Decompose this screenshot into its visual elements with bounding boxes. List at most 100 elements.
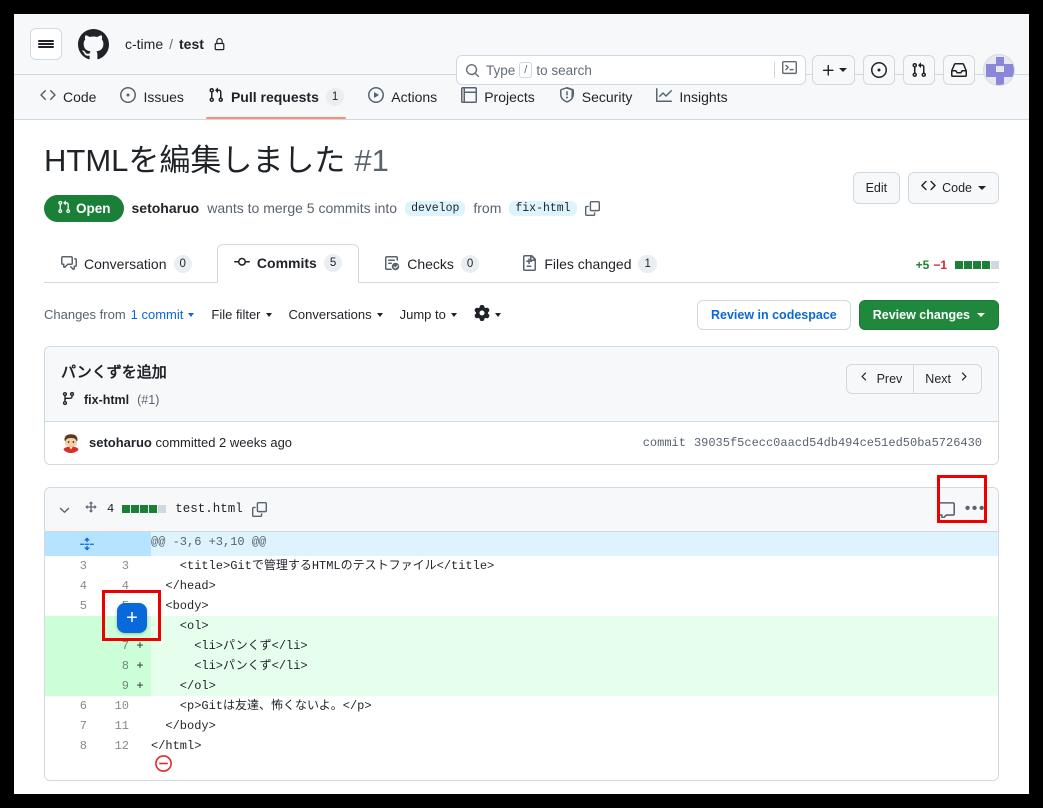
edit-button[interactable]: Edit (852, 172, 901, 204)
command-palette-icon[interactable] (782, 60, 797, 80)
conversations-dropdown[interactable]: Conversations (289, 307, 383, 322)
git-pull-request-icon (208, 87, 224, 106)
user-avatar[interactable] (983, 54, 1015, 86)
search-placeholder: Type / to search (486, 62, 774, 78)
line-code: <li>パンくず</li> (151, 635, 998, 656)
nav-label-code: Code (63, 88, 97, 105)
chevron-down-icon (839, 68, 847, 72)
search-ph-pre: Type (486, 62, 516, 78)
breadcrumb-repo[interactable]: test (179, 36, 204, 52)
pr-author[interactable]: setoharuo (132, 200, 200, 216)
line-marker (129, 715, 151, 736)
line-marker (129, 575, 151, 596)
status-badge-label: Open (76, 200, 111, 216)
sidebar-item-projects[interactable]: Projects (451, 81, 545, 119)
head-branch-chip[interactable]: fix-html (509, 200, 577, 216)
copy-path-icon[interactable] (251, 501, 267, 517)
sidebar-item-security[interactable]: Security (549, 81, 643, 119)
issues-button[interactable] (863, 55, 895, 85)
search-icon (465, 63, 480, 78)
github-logo-icon[interactable] (78, 28, 109, 60)
tab-checks[interactable]: Checks 0 (367, 245, 496, 283)
next-commit-button[interactable]: Next (914, 363, 982, 394)
jump-to-label: Jump to (399, 307, 446, 323)
diff-file-name[interactable]: test.html (175, 502, 243, 516)
copy-icon[interactable] (584, 200, 600, 216)
nav-label-pull-requests: Pull requests (230, 88, 319, 105)
pr-tabs: Conversation 0 Commits 5 Checks 0 Files … (44, 243, 999, 283)
review-in-codespace-button[interactable]: Review in codespace (696, 299, 851, 330)
comment-icon[interactable] (937, 501, 955, 518)
sidebar-item-insights[interactable]: Insights (646, 81, 737, 119)
play-icon (368, 87, 385, 106)
line-code: <p>Gitは友達、怖くないよ。</p> (151, 695, 998, 716)
commit-sha-value[interactable]: 39035f5cecc0aacd54db494ce51ed50ba5726430 (694, 436, 982, 450)
hunk-expand-cell[interactable] (45, 531, 129, 556)
line-code: </head> (151, 575, 998, 596)
tab-files-changed[interactable]: Files changed 1 (504, 245, 674, 283)
line-number-old (45, 675, 87, 696)
chevron-down-icon (265, 312, 272, 317)
commit-branch-name[interactable]: fix-html (84, 393, 129, 407)
sidebar-item-pull-requests[interactable]: Pull requests 1 (198, 81, 354, 119)
changes-from-value: 1 commit (130, 307, 184, 323)
line-number-old (45, 615, 87, 636)
hamburger-icon[interactable] (30, 28, 62, 60)
slash-key-hint: / (519, 62, 533, 78)
prev-label: Prev (876, 371, 903, 386)
jump-to-dropdown[interactable]: Jump to (400, 307, 457, 322)
line-number-old: 8 (45, 735, 87, 756)
chevron-down-icon (450, 312, 457, 317)
kebab-horizontal-icon[interactable]: ••• (965, 501, 986, 517)
tab-commits[interactable]: Commits 5 (216, 243, 360, 283)
review-changes-button[interactable]: Review changes (858, 299, 999, 330)
line-code: <title>Gitで管理するHTMLのテストファイル</title> (151, 555, 998, 576)
unfold-icon[interactable] (45, 532, 129, 556)
diff-toolbar: Changes from 1 commit File filter Conver… (44, 299, 999, 330)
sidebar-item-code[interactable]: Code (30, 81, 106, 119)
breadcrumb-owner[interactable]: c-time (125, 36, 163, 52)
file-filter-dropdown[interactable]: File filter (211, 307, 272, 322)
commit-pr-ref[interactable]: (#1) (137, 393, 159, 407)
line-number-new: 4 (87, 575, 129, 596)
sidebar-item-issues[interactable]: Issues (110, 81, 193, 119)
diff-file-actions: ••• (937, 501, 986, 518)
sidebar-item-actions[interactable]: Actions (358, 81, 447, 119)
diff-table: @@ -3,6 +3,10 @@ 3 3 <title>Gitで管理するHTML… (45, 531, 998, 780)
changes-from-dropdown[interactable]: Changes from 1 commit (44, 307, 195, 323)
chevron-down-icon (494, 312, 501, 317)
diff-table-body: @@ -3,6 +3,10 @@ 3 3 <title>Gitで管理するHTML… (45, 531, 998, 780)
add-line-comment-button[interactable]: + (117, 603, 147, 633)
diff-additions: +5 (915, 257, 930, 272)
comment-discussion-icon (61, 255, 77, 274)
avatar[interactable] (61, 432, 81, 453)
commit-branch-row: fix-html (#1) (61, 391, 982, 409)
header-actions (812, 54, 1015, 86)
line-marker (129, 695, 151, 716)
commit-message: パンくずを追加 (61, 363, 167, 381)
nav-label-projects: Projects (484, 88, 535, 105)
tab-label-files-changed: Files changed (544, 256, 632, 273)
diff-row-context: 6 10 <p>Gitは友達、怖くないよ。</p> (45, 695, 998, 716)
checklist-icon (384, 255, 400, 274)
tab-conversation[interactable]: Conversation 0 (44, 245, 209, 283)
chevron-down-icon (188, 312, 195, 317)
git-commit-icon (233, 254, 250, 273)
line-marker: + (129, 675, 151, 696)
pull-requests-button[interactable] (903, 55, 935, 85)
gear-icon (474, 305, 490, 324)
commit-author[interactable]: setoharuo (89, 435, 152, 450)
prev-commit-button[interactable]: Prev (845, 363, 915, 394)
base-branch-chip[interactable]: develop (405, 200, 466, 216)
code-icon (921, 178, 936, 198)
diff-settings-dropdown[interactable] (474, 305, 501, 324)
commit-sha-label: commit (642, 435, 686, 450)
create-new-button[interactable] (812, 55, 855, 85)
code-button[interactable]: Code (908, 172, 999, 204)
diff-deletions: −1 (933, 257, 947, 272)
diff-stat-blocks (954, 260, 999, 269)
line-number-old (45, 655, 87, 676)
search-ph-post: to search (536, 62, 592, 78)
chevron-down-icon[interactable] (57, 502, 72, 517)
notifications-button[interactable] (943, 55, 975, 85)
